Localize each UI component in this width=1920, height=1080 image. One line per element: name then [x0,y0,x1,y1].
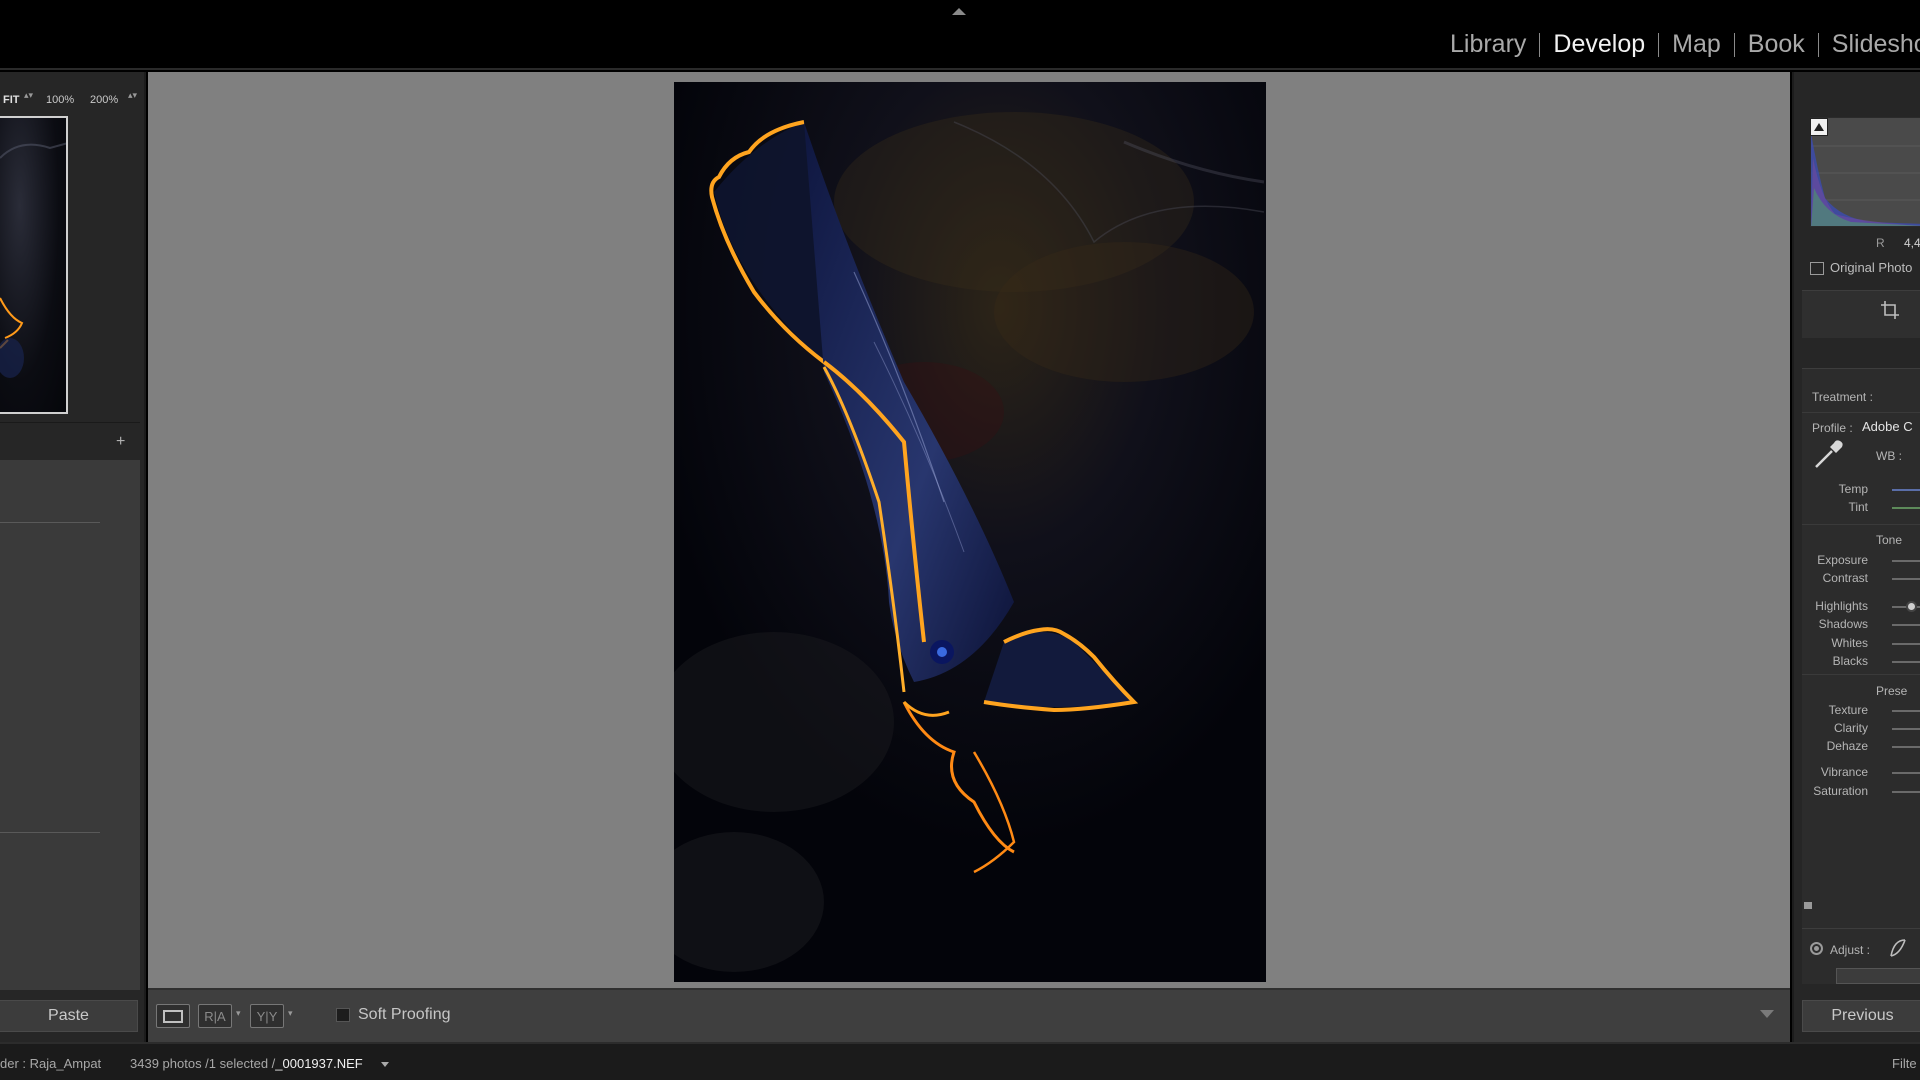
panel-divider [1802,674,1920,675]
saturation-label: Saturation [1813,784,1868,798]
profile-value[interactable]: Adobe C [1862,419,1913,434]
blacks-slider[interactable] [1892,661,1920,663]
filter-label[interactable]: Filte [1892,1056,1917,1071]
shadows-slider[interactable] [1892,624,1920,626]
zoom-200-stepper-icon[interactable]: ▴▾ [128,91,137,100]
whites-label: Whites [1831,636,1868,650]
wb-label: WB : [1876,449,1902,463]
adjust-target-icon[interactable] [1810,942,1823,955]
soft-proofing-label[interactable]: Soft Proofing [358,1006,451,1024]
module-divider [1733,32,1735,57]
navigator-thumbnail-image [0,142,66,378]
zoom-fit-stepper-icon[interactable]: ▴▾ [24,91,33,100]
dehaze-label: Dehaze [1826,739,1868,753]
clarity-slider[interactable] [1892,728,1920,730]
whites-slider[interactable] [1892,643,1920,645]
crop-icon[interactable] [1880,300,1900,320]
presence-header: Prese [1876,684,1908,698]
module-picker-bar: Library Develop Map Book Slideshow [0,0,1920,70]
zoom-fit-option[interactable]: FIT [3,94,20,106]
panel-divider [0,422,140,423]
saturation-slider[interactable] [1892,791,1920,793]
vibrance-slider[interactable] [1892,772,1920,774]
module-map[interactable]: Map [1672,30,1721,59]
module-list: Library Develop Map Book Slideshow [1450,30,1920,59]
contrast-label: Contrast [1822,571,1868,585]
exposure-slider[interactable] [1892,560,1920,562]
left-panel: FIT ▴▾ 100% 200% ▴▾ + Paste [0,72,146,1042]
shadows-label: Shadows [1818,617,1868,631]
shadow-clipping-warning-icon[interactable] [1810,118,1828,136]
photo-count: 3439 photos /1 selected /_0001937.NEF [130,1056,363,1071]
right-panel: R 4,4 Original Photo Treatment : Profile… [1792,72,1920,1042]
zoom-200-option[interactable]: 200% [90,94,118,106]
loupe-view-button[interactable] [156,1004,190,1028]
highlights-label: Highlights [1815,599,1868,613]
add-preset-icon[interactable]: + [116,433,125,451]
curve-region-bar[interactable] [1836,968,1920,984]
tint-slider[interactable] [1892,507,1920,509]
tint-label: Tint [1848,500,1868,514]
loupe-view-icon [163,1009,183,1023]
contrast-slider[interactable] [1892,578,1920,580]
batfish-photo-image [674,82,1266,982]
treatment-label: Treatment : [1812,390,1873,404]
image-canvas[interactable] [148,72,1790,988]
dehaze-slider[interactable] [1892,746,1920,748]
selected-filename[interactable]: _0001937.NEF [275,1056,362,1071]
adjust-label: Adjust : [1830,943,1871,957]
original-photo-checkbox[interactable] [1810,262,1824,275]
panel-divider [1802,524,1920,525]
module-divider [1658,32,1660,57]
before-after-tb-dropdown-icon[interactable]: ▾ [288,1008,293,1019]
exposure-label: Exposure [1817,553,1868,567]
panel-collapse-icon[interactable] [1804,902,1812,909]
divider-line [0,832,100,833]
zoom-100-option[interactable]: 100% [46,94,74,106]
filename-dropdown-icon[interactable] [381,1062,389,1067]
paste-button[interactable]: Paste [0,1000,138,1032]
before-after-lr-dropdown-icon[interactable]: ▾ [236,1008,241,1019]
panel-divider [1802,412,1920,413]
photo-count-text: 3439 photos /1 selected / [130,1056,276,1071]
tone-header: Tone [1876,533,1903,547]
histogram-channel-label: R [1876,236,1885,250]
divider-line [0,522,100,523]
temp-label: Temp [1838,482,1868,496]
temp-slider[interactable] [1892,489,1920,491]
module-develop[interactable]: Develop [1553,30,1645,59]
white-balance-eyedropper-icon[interactable] [1812,437,1846,471]
parametric-curve-icon[interactable] [1888,938,1908,958]
collapse-top-panel-icon[interactable] [952,8,966,15]
histogram-channel-value: 4,4 [1904,236,1920,250]
presets-panel [0,460,140,990]
previous-button[interactable]: Previous [1802,1000,1920,1032]
module-slideshow[interactable]: Slideshow [1832,30,1920,59]
module-library[interactable]: Library [1450,30,1526,59]
module-divider [1817,32,1819,57]
texture-slider[interactable] [1892,710,1920,712]
vibrance-label: Vibrance [1820,765,1868,779]
before-after-tb-button[interactable]: Y|Y [250,1004,284,1028]
module-divider [1539,32,1541,57]
status-bar: der : Raja_Ampat 3439 photos /1 selected… [0,1042,1920,1080]
navigator-preview[interactable] [0,116,68,414]
soft-proofing-checkbox[interactable] [336,1008,350,1022]
before-after-lr-button[interactable]: R|A [198,1004,232,1028]
original-photo-label[interactable]: Original Photo [1830,260,1912,275]
module-book[interactable]: Book [1748,30,1805,59]
main-photo [674,82,1266,982]
highlights-slider-knob[interactable] [1906,601,1917,612]
clarity-label: Clarity [1833,721,1868,735]
navigator-header: FIT ▴▾ 100% 200% ▴▾ [0,82,140,107]
profile-label: Profile : [1812,421,1853,435]
toolbar-menu-icon[interactable] [1760,1010,1774,1018]
tool-strip [1802,290,1920,338]
folder-label[interactable]: der : Raja_Ampat [0,1056,101,1071]
blacks-label: Blacks [1832,654,1868,668]
develop-toolbar: R|A ▾ Y|Y ▾ Soft Proofing [148,988,1790,1042]
texture-label: Texture [1828,703,1868,717]
